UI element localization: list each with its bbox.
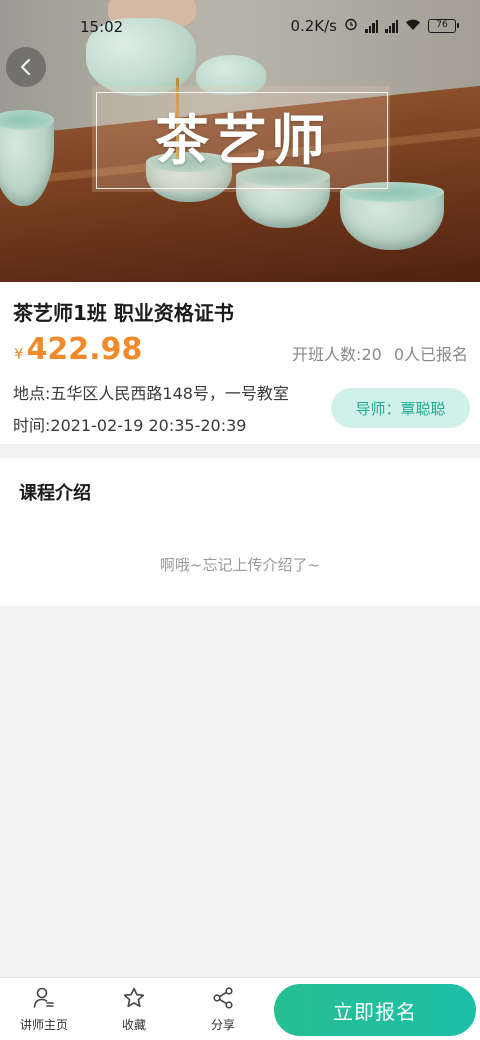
course-info: 茶艺师1班 职业资格证书 ¥ 422.98 开班人数:20 0人已报名 地点:五… <box>0 282 480 444</box>
course-time: 时间:2021-02-19 20:35-20:39 <box>13 416 247 435</box>
wifi-icon <box>405 17 421 35</box>
course-location: 地点:五华区人民西路148号，一号教室 <box>13 384 289 403</box>
enrollment-meta: 开班人数:20 0人已报名 <box>292 341 468 365</box>
course-name: 茶艺师1班 职业资格证书 <box>13 301 234 325</box>
signal-icon <box>385 19 398 33</box>
course-price: 422.98 <box>26 332 143 367</box>
intro-empty-text: 啊哦~忘记上传介绍了~ <box>159 556 321 574</box>
network-speed: 0.2K/s <box>290 17 337 35</box>
bottom-action-bar: 讲师主页 收藏 分享 立即报名 <box>0 977 480 1040</box>
tutor-button[interactable]: 导师：覃聪聪 <box>331 388 470 428</box>
currency-symbol: ¥ <box>14 345 24 363</box>
intro-title: 课程介绍 <box>19 483 91 504</box>
enrolled-count: 0人已报名 <box>393 345 468 364</box>
alarm-icon <box>344 17 358 35</box>
back-button[interactable] <box>6 47 46 87</box>
chevron-left-icon <box>21 59 30 75</box>
tab-label: 讲师主页 <box>19 1018 68 1032</box>
tab-label: 分享 <box>210 1018 235 1032</box>
price-row: ¥ 422.98 <box>14 332 142 367</box>
star-icon <box>123 987 145 1008</box>
tab-teacher-profile[interactable]: 讲师主页 <box>4 986 84 1038</box>
banner-title: 茶艺师 <box>155 108 329 172</box>
status-bar: 15:02 0.2K/s 76 <box>0 0 480 52</box>
signal-icon <box>365 19 378 33</box>
signup-button[interactable]: 立即报名 <box>274 984 476 1036</box>
teacher-profile-icon <box>33 987 54 1008</box>
tab-share[interactable]: 分享 <box>183 986 263 1038</box>
battery-icon: 76 <box>428 19 459 33</box>
class-capacity: 开班人数:20 <box>292 345 382 364</box>
tab-favorite[interactable]: 收藏 <box>94 986 174 1038</box>
tab-label: 收藏 <box>121 1018 146 1032</box>
share-icon <box>213 987 233 1009</box>
status-time: 15:02 <box>80 18 124 36</box>
status-indicators: 0.2K/s 76 <box>290 17 459 35</box>
course-intro: 课程介绍 啊哦~忘记上传介绍了~ <box>0 458 480 606</box>
